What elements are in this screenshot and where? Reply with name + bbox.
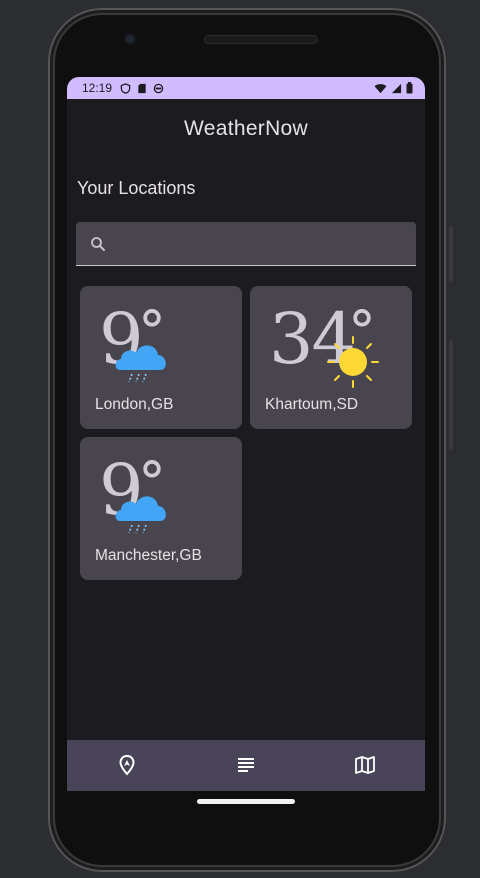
earpiece-speaker — [204, 35, 318, 44]
rain-cloud-icon — [115, 496, 166, 534]
wifi-icon — [374, 83, 387, 93]
list-icon[interactable] — [234, 753, 258, 777]
section-title: Your Locations — [77, 178, 196, 198]
data-saver-icon — [120, 82, 131, 94]
city-name: London,GB — [95, 396, 174, 413]
app-title: WeatherNow — [184, 117, 308, 140]
rain-cloud-icon — [115, 345, 166, 383]
battery-icon — [406, 82, 413, 94]
status-bar: 12:19 — [67, 77, 425, 99]
location-card[interactable]: 34 ° Khartoum,SD — [250, 286, 412, 429]
city-name: Khartoum,SD — [265, 396, 359, 413]
location-card[interactable]: 9 ° Manchester,GB — [80, 437, 242, 580]
location-card[interactable]: 9 ° London,GB — [80, 286, 242, 429]
location-pin-icon[interactable] — [115, 753, 139, 777]
sd-card-icon — [138, 83, 146, 93]
front-camera — [124, 33, 136, 45]
volume-button — [449, 340, 453, 450]
app-notification-icon — [153, 83, 164, 93]
sun-icon — [327, 336, 379, 388]
search-field[interactable] — [76, 222, 416, 267]
app-screen: 12:19 WeatherNow Your Locations 9 ° Lond… — [67, 77, 425, 791]
city-name: Manchester,GB — [95, 547, 202, 564]
signal-icon — [391, 83, 402, 93]
search-icon — [91, 237, 105, 251]
home-indicator[interactable] — [197, 799, 295, 804]
search-input[interactable] — [116, 222, 410, 267]
bottom-navigation — [67, 740, 425, 791]
status-time: 12:19 — [82, 81, 113, 95]
power-button — [449, 226, 453, 282]
map-icon[interactable] — [353, 753, 377, 777]
